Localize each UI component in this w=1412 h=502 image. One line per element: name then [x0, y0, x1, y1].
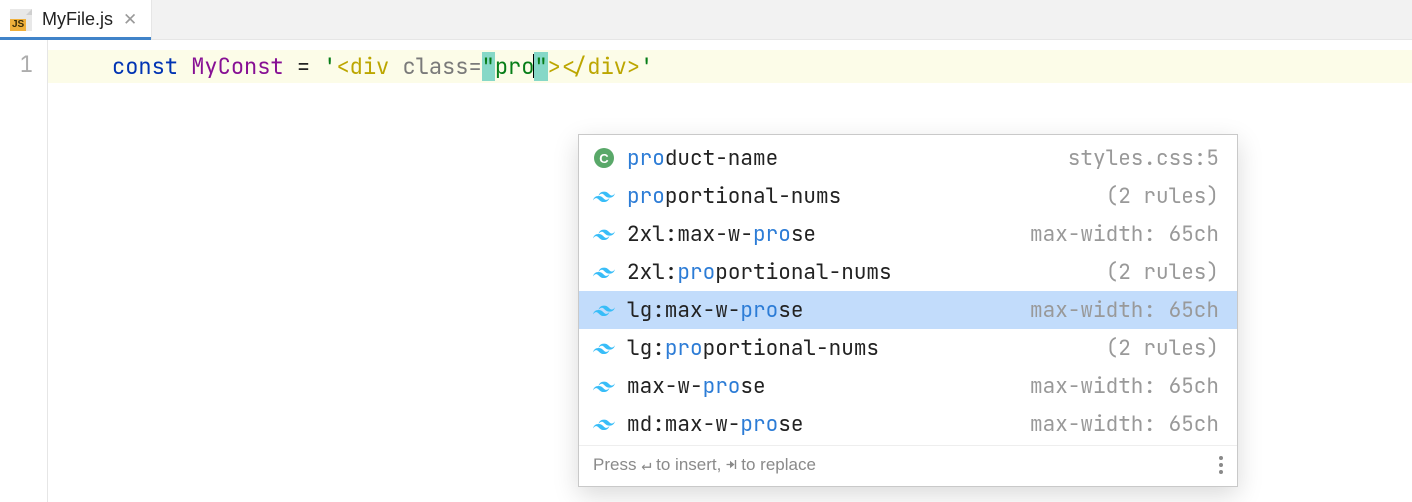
editor: 1 const MyConst = '<div class="pro"></di…: [0, 40, 1412, 502]
completion-label: proportional-nums: [627, 183, 1094, 210]
code-line-1[interactable]: const MyConst = '<div class="pro"></div>…: [48, 50, 1412, 83]
angle: >: [548, 52, 561, 81]
tag: div: [350, 52, 390, 81]
completion-hint: styles.css:5: [1068, 145, 1219, 172]
tailwind-icon: [593, 413, 615, 435]
attr: class=: [402, 52, 481, 81]
tab-key-icon: ⇥: [726, 454, 736, 476]
quote: ': [640, 52, 653, 81]
completion-label: max-w-prose: [627, 373, 1018, 400]
close-icon[interactable]: ✕: [123, 10, 137, 30]
completion-item[interactable]: Cproduct-name styles.css:5: [579, 139, 1237, 177]
angle: </: [561, 52, 587, 81]
completion-label: lg:max-w-prose: [627, 297, 1018, 324]
completion-hint: (2 rules): [1106, 335, 1219, 362]
tab-bar: JS MyFile.js ✕: [0, 0, 1412, 40]
completion-hint: (2 rules): [1106, 183, 1219, 210]
hint-text: to insert,: [651, 455, 726, 474]
completion-label: 2xl:max-w-prose: [627, 221, 1018, 248]
tailwind-icon: [593, 375, 615, 397]
gutter: 1: [0, 40, 48, 502]
completion-hint-bar: Press ↵ to insert, ⇥ to replace: [579, 445, 1237, 486]
completion-label: product-name: [627, 145, 1056, 172]
hint-text: Press: [593, 455, 641, 474]
tailwind-icon: [593, 337, 615, 359]
completion-item[interactable]: proportional-nums (2 rules): [579, 177, 1237, 215]
completion-item[interactable]: lg:proportional-nums (2 rules): [579, 329, 1237, 367]
typed-text: pro: [495, 52, 535, 81]
tailwind-icon: [593, 261, 615, 283]
brace-highlight: ": [534, 52, 547, 81]
completion-hint: (2 rules): [1106, 259, 1219, 286]
completion-hint: max-width: 65ch: [1030, 411, 1219, 438]
completion-label: md:max-w-prose: [627, 411, 1018, 438]
identifier: MyConst: [191, 52, 283, 81]
tag: div: [587, 52, 627, 81]
css-class-icon: C: [593, 147, 615, 169]
completion-item[interactable]: md:max-w-prose max-width: 65ch: [579, 405, 1237, 443]
tailwind-icon: [593, 299, 615, 321]
angle: <: [336, 52, 349, 81]
op-equals: =: [284, 52, 324, 81]
enter-key-icon: ↵: [641, 454, 651, 476]
completion-item[interactable]: max-w-prose max-width: 65ch: [579, 367, 1237, 405]
code-area[interactable]: const MyConst = '<div class="pro"></div>…: [48, 40, 1412, 502]
js-file-icon: JS: [10, 9, 32, 31]
completion-label: 2xl:proportional-nums: [627, 259, 1094, 286]
completion-hint: max-width: 65ch: [1030, 373, 1219, 400]
completion-popup: Cproduct-name styles.css:5 proportional-nu…: [578, 134, 1238, 487]
file-tab[interactable]: JS MyFile.js ✕: [0, 0, 152, 39]
angle: >: [627, 52, 640, 81]
tailwind-icon: [593, 185, 615, 207]
tab-filename: MyFile.js: [42, 9, 113, 30]
quote: ': [323, 52, 336, 81]
space: [389, 52, 402, 81]
completion-item[interactable]: 2xl:proportional-nums (2 rules): [579, 253, 1237, 291]
brace-highlight: ": [482, 52, 495, 81]
keyword: const: [112, 52, 178, 81]
completion-list: Cproduct-name styles.css:5 proportional-nu…: [579, 135, 1237, 445]
line-number: 1: [0, 50, 33, 79]
completion-hint: max-width: 65ch: [1030, 297, 1219, 324]
completion-item[interactable]: 2xl:max-w-prose max-width: 65ch: [579, 215, 1237, 253]
completion-item[interactable]: lg:max-w-prose max-width: 65ch: [579, 291, 1237, 329]
completion-label: lg:proportional-nums: [627, 335, 1094, 362]
completion-hint: max-width: 65ch: [1030, 221, 1219, 248]
tailwind-icon: [593, 223, 615, 245]
kebab-menu-icon[interactable]: [1219, 456, 1223, 474]
hint-text: to replace: [737, 455, 816, 474]
